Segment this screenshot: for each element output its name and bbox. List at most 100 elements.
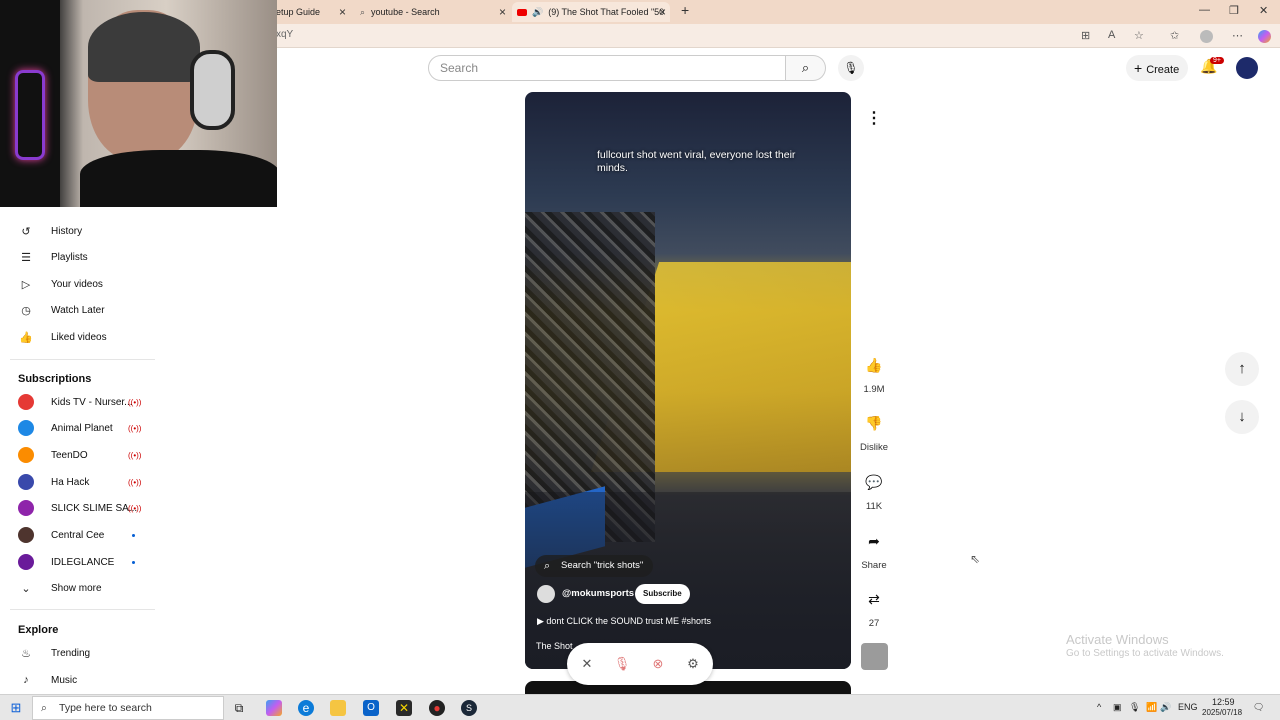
close-icon[interactable]: ✕: [576, 653, 598, 675]
wifi-icon[interactable]: 📶: [1146, 702, 1157, 713]
subscribe-button[interactable]: Subscribe: [635, 584, 690, 604]
minimize-button[interactable]: —: [1199, 4, 1210, 16]
account-avatar[interactable]: [1236, 57, 1258, 79]
search-suggestion-chip[interactable]: ⌕ Search "trick shots": [535, 555, 654, 577]
profile-icon[interactable]: [1200, 30, 1213, 43]
task-view-icon[interactable]: ⧉: [231, 700, 247, 716]
video-description[interactable]: ▶ dont CLICK the SOUND trust ME #shorts: [537, 616, 711, 627]
description-text: dont CLICK the SOUND trust ME #shorts: [546, 616, 711, 626]
sidebar-item-watch-later[interactable]: ◷ Watch Later: [18, 300, 148, 320]
favorites-icon[interactable]: ✩: [1170, 29, 1179, 42]
headphones: [190, 50, 235, 130]
webcam-overlay: [0, 0, 277, 207]
sidebar-item-subscription[interactable]: Animal Planet ((•)): [18, 418, 148, 438]
channel-name[interactable]: @mokumsports: [562, 588, 634, 599]
sidebar-item-subscription[interactable]: TeenDO ((•)): [18, 445, 148, 465]
previous-short-button[interactable]: ↑: [1225, 352, 1259, 386]
tray-mic-icon[interactable]: 🎙: [1129, 702, 1140, 713]
sidebar-item-label: Your videos: [51, 278, 103, 290]
sidebar-item-your-videos[interactable]: ▷ Your videos: [18, 274, 148, 294]
tab-youtube-search[interactable]: ⌕ youtube - Search ×: [356, 2, 510, 22]
favorite-star-icon[interactable]: ☆: [1134, 29, 1144, 42]
notification-center-icon[interactable]: 🗨: [1253, 702, 1264, 713]
tab-youtube-video[interactable]: 🔊 (9) The Shot That Fooled "50 ×: [512, 2, 670, 22]
sidebar-item-subscription[interactable]: IDLEGLANCE: [18, 552, 148, 572]
sidebar-item-subscription[interactable]: Kids TV - Nurser... ((•)): [18, 392, 148, 412]
sidebar-item-subscription[interactable]: Ha Hack ((•)): [18, 472, 148, 492]
volume-icon[interactable]: 🔊: [1160, 702, 1171, 713]
sidebar-item-label: Kids TV - Nurser...: [51, 396, 133, 408]
floating-controls-bar: ✕ 🎙 ⊗ ⚙: [567, 643, 713, 685]
create-button[interactable]: + Create: [1126, 55, 1188, 81]
speaker-icon[interactable]: 🔊: [532, 7, 543, 18]
sidebar-item-music[interactable]: ♪ Music: [18, 670, 148, 690]
maximize-button[interactable]: ❐: [1229, 4, 1239, 17]
sidebar-item-label: Animal Planet: [51, 422, 113, 434]
thumbs-down-icon: 👎: [865, 415, 883, 431]
search-input[interactable]: Search: [428, 55, 786, 81]
more-menu-icon[interactable]: ⋯: [1232, 29, 1243, 42]
close-window-button[interactable]: ✕: [1259, 4, 1268, 17]
rgb-fan: [15, 70, 45, 160]
steam-icon[interactable]: S: [461, 700, 477, 716]
new-tab-button[interactable]: +: [681, 2, 689, 18]
sidebar-item-subscription[interactable]: SLICK SLIME SA... ((•)): [18, 498, 148, 518]
windows-start-icon[interactable]: ⊞: [8, 700, 24, 716]
sidebar: ↺ History ☰ Playlists ▷ Your videos ◷ Wa…: [0, 207, 160, 690]
shorts-video-player[interactable]: fullcourt shot went viral, everyone lost…: [525, 92, 851, 669]
divider: [10, 609, 155, 610]
sidebar-item-label: TeenDO: [51, 449, 88, 461]
tray-app-icon[interactable]: ▣: [1113, 702, 1122, 713]
xbox-icon[interactable]: ✕: [396, 700, 412, 716]
sound-thumbnail[interactable]: [861, 643, 888, 670]
settings-gear-icon[interactable]: ⚙: [682, 653, 704, 675]
tab-setup-guide[interactable]: etup Guide ×: [276, 2, 350, 22]
share-button[interactable]: ➦ Share: [858, 526, 890, 571]
new-content-dot: [132, 560, 135, 564]
address-field[interactable]: xqY: [276, 29, 293, 40]
channel-avatar: [18, 527, 34, 543]
search-button[interactable]: ⌕: [786, 55, 826, 81]
sidebar-item-subscription[interactable]: Central Cee: [18, 525, 148, 545]
comments-button[interactable]: 💬 11K: [858, 467, 890, 512]
search-icon: ⌕: [544, 560, 551, 572]
show-more-button[interactable]: ⌄ Show more: [18, 578, 148, 598]
playlist-icon: ☰: [21, 251, 31, 264]
read-aloud-icon[interactable]: A: [1108, 29, 1115, 41]
sidebar-item-label: Trending: [51, 647, 91, 659]
like-button[interactable]: 👍 1.9M: [858, 350, 890, 395]
file-explorer-icon[interactable]: [330, 700, 346, 716]
show-more-label: Show more: [51, 582, 102, 594]
close-tab-icon[interactable]: ×: [339, 5, 346, 19]
tray-chevron-icon[interactable]: ^: [1097, 702, 1101, 712]
app-available-icon[interactable]: ⊞: [1081, 29, 1090, 42]
more-options-icon[interactable]: ⋮: [866, 108, 882, 128]
search-icon: ⌕: [360, 6, 366, 17]
language-indicator[interactable]: ENG: [1178, 702, 1198, 712]
voice-search-button[interactable]: 🎙: [838, 55, 864, 81]
outlook-icon[interactable]: O: [363, 700, 379, 716]
microphone-icon[interactable]: 🎙: [611, 653, 633, 675]
sidebar-item-playlists[interactable]: ☰ Playlists: [18, 247, 148, 267]
close-tab-icon[interactable]: ×: [659, 5, 666, 19]
glasses-icon[interactable]: ⊗: [647, 653, 669, 675]
record-app-icon[interactable]: ●: [429, 700, 445, 716]
live-indicator-icon: ((•)): [128, 423, 142, 433]
video-title[interactable]: The Shot: [536, 641, 573, 651]
edge-browser-icon[interactable]: e: [298, 700, 314, 716]
copilot-icon[interactable]: [266, 700, 282, 716]
next-short-button[interactable]: ↓: [1225, 400, 1259, 434]
channel-avatar[interactable]: [537, 585, 555, 603]
sidebar-item-history[interactable]: ↺ History: [18, 221, 148, 241]
clock-time[interactable]: 12:59: [1212, 697, 1235, 707]
chevron-down-icon: ⌄: [21, 582, 31, 595]
close-tab-icon[interactable]: ×: [499, 5, 506, 19]
dislike-button[interactable]: 👎 Dislike: [856, 408, 892, 453]
clock-date[interactable]: 2025/07/18: [1202, 708, 1242, 717]
taskbar-search-input[interactable]: ⌕ Type here to search: [32, 696, 224, 720]
remix-button[interactable]: ⇄ 27: [858, 584, 890, 629]
play-icon: ▶: [537, 616, 547, 626]
sidebar-item-trending[interactable]: ♨ Trending: [18, 643, 148, 663]
sidebar-item-liked-videos[interactable]: 👍 Liked videos: [18, 327, 148, 347]
copilot-icon[interactable]: [1258, 30, 1271, 43]
